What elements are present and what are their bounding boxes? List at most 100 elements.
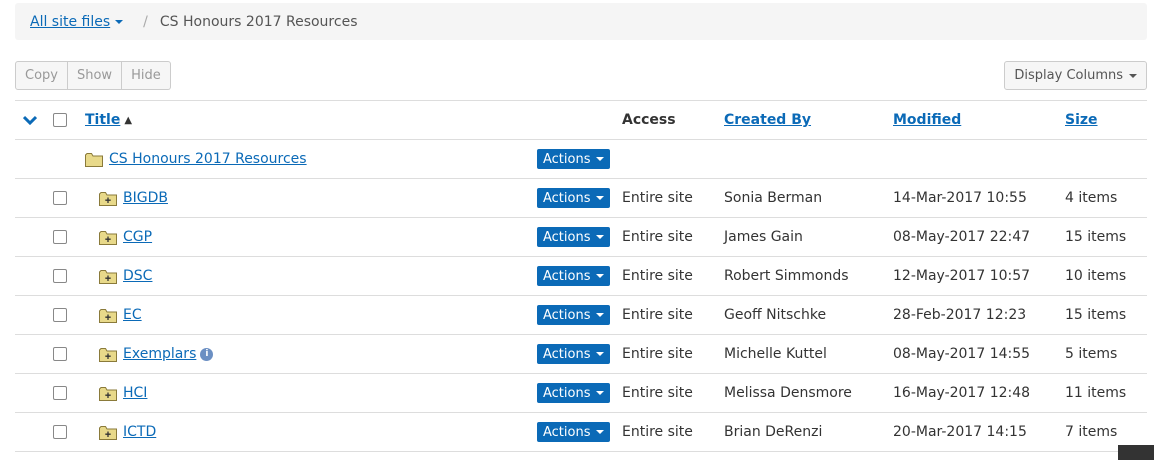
parent-folder-title: CS Honours 2017 Resources (85, 140, 307, 178)
actions-button[interactable]: Actions (537, 227, 610, 247)
modified-cell: 08-May-2017 22:47 (893, 229, 1031, 245)
table-row: BIGDB Actions Entire site Sonia Berman 1… (15, 179, 1147, 218)
modified-header[interactable]: Modified (893, 101, 961, 139)
access-cell: Entire site (622, 268, 693, 284)
created-by-cell: Robert Simmonds (724, 268, 849, 284)
chevron-down-icon (595, 157, 604, 161)
title-sort-link[interactable]: Title (85, 112, 120, 128)
row-checkbox[interactable] (53, 218, 67, 256)
table-row: DSC Actions Entire site Robert Simmonds … (15, 257, 1147, 296)
created-by-cell: Geoff Nitschke (724, 307, 827, 323)
folder-link[interactable]: CGP (123, 229, 152, 245)
show-button[interactable]: Show (67, 61, 123, 90)
chevron-down-icon (1129, 73, 1137, 78)
access-cell: Entire site (622, 385, 693, 401)
folder-plus-icon[interactable] (99, 347, 117, 362)
folder-title: DSC (99, 257, 152, 295)
modified-cell: 08-May-2017 14:55 (893, 346, 1031, 362)
folder-title: CGP (99, 218, 152, 256)
modified-cell: 14-Mar-2017 10:55 (893, 190, 1027, 206)
actions-cell: Actions (537, 179, 610, 217)
actions-cell: Actions (537, 257, 610, 295)
actions-cell: Actions (537, 218, 610, 256)
modified-sort-link[interactable]: Modified (893, 112, 961, 128)
modified-cell: 20-Mar-2017 14:15 (893, 424, 1027, 440)
title-header[interactable]: Title ▲ (85, 101, 132, 139)
chevron-down-icon (595, 352, 604, 356)
folder-plus-icon[interactable] (99, 386, 117, 401)
folder-link[interactable]: BIGDB (123, 190, 168, 206)
table-row: CGP Actions Entire site James Gain 08-Ma… (15, 218, 1147, 257)
size-cell: 10 items (1065, 268, 1127, 284)
created-by-cell: Sonia Berman (724, 190, 823, 206)
size-cell: 11 items (1065, 385, 1127, 401)
modified-cell: 28-Feb-2017 12:23 (893, 307, 1027, 323)
actions-button[interactable]: Actions (537, 266, 610, 286)
folder-title: BIGDB (99, 179, 168, 217)
table-row: HCI Actions Entire site Melissa Densmore… (15, 374, 1147, 413)
created-by-sort-link[interactable]: Created By (724, 112, 811, 128)
table-row: Exemplars i Actions Entire site Michelle… (15, 335, 1147, 374)
hide-button[interactable]: Hide (122, 61, 171, 90)
all-site-files-link[interactable]: All site files (30, 14, 110, 30)
actions-button[interactable]: Actions (537, 383, 610, 403)
row-checkbox[interactable] (53, 179, 67, 217)
folder-link[interactable]: HCI (123, 385, 147, 401)
folder-plus-icon[interactable] (99, 425, 117, 440)
access-cell: Entire site (622, 190, 693, 206)
access-cell: Entire site (622, 424, 693, 440)
actions-cell: Actions (537, 335, 610, 373)
created-by-cell: Michelle Kuttel (724, 346, 827, 362)
row-checkbox[interactable] (53, 413, 67, 451)
folder-title: Exemplars i (99, 335, 214, 373)
size-cell: 7 items (1065, 424, 1118, 440)
actions-button[interactable]: Actions (537, 344, 610, 364)
parent-folder-link[interactable]: CS Honours 2017 Resources (109, 151, 307, 167)
table-row: ICTD Actions Entire site Brian DeRenzi 2… (15, 413, 1147, 452)
actions-button[interactable]: Actions (537, 305, 610, 325)
chevron-down-icon (595, 313, 604, 317)
copy-button[interactable]: Copy (15, 61, 68, 90)
folder-plus-icon[interactable] (99, 230, 117, 245)
breadcrumb-current: CS Honours 2017 Resources (159, 13, 358, 30)
access-header: Access (622, 112, 676, 128)
folder-link[interactable]: ICTD (123, 424, 156, 440)
folder-plus-icon[interactable] (99, 269, 117, 284)
size-header[interactable]: Size (1065, 101, 1098, 139)
folder-link[interactable]: Exemplars (123, 346, 196, 362)
folder-plus-icon[interactable] (99, 191, 117, 206)
actions-button[interactable]: Actions (537, 422, 610, 442)
created-by-header[interactable]: Created By (724, 101, 811, 139)
files-table: Title ▲ Access Created By Modified Size … (15, 100, 1147, 452)
collapse-chevron-icon[interactable] (23, 101, 37, 139)
row-checkbox[interactable] (53, 296, 67, 334)
access-cell: Entire site (622, 346, 693, 362)
corner-toggle-widget[interactable] (1118, 445, 1154, 460)
breadcrumb-separator: / (143, 13, 148, 30)
modified-cell: 12-May-2017 10:57 (893, 268, 1031, 284)
select-all-checkbox[interactable] (53, 101, 67, 139)
sort-ascending-icon[interactable]: ▲ (124, 115, 132, 126)
row-checkbox[interactable] (53, 335, 67, 373)
size-cell: 15 items (1065, 307, 1127, 323)
folder-plus-icon[interactable] (99, 308, 117, 323)
row-checkbox[interactable] (53, 257, 67, 295)
size-sort-link[interactable]: Size (1065, 112, 1098, 128)
actions-button[interactable]: Actions (537, 188, 610, 208)
modified-cell: 16-May-2017 12:48 (893, 385, 1031, 401)
bulk-action-buttons: Copy Show Hide (15, 61, 171, 90)
folder-title: HCI (99, 374, 147, 412)
info-icon[interactable]: i (200, 347, 214, 361)
chevron-down-icon[interactable] (115, 19, 124, 24)
actions-cell: Actions (537, 413, 610, 451)
size-cell: 5 items (1065, 346, 1118, 362)
access-cell: Entire site (622, 229, 693, 245)
row-checkbox[interactable] (53, 374, 67, 412)
folder-link[interactable]: DSC (123, 268, 152, 284)
chevron-down-icon (595, 430, 604, 434)
parent-actions-cell: Actions (537, 140, 610, 178)
display-columns-button[interactable]: Display Columns (1004, 61, 1147, 90)
actions-button[interactable]: Actions (537, 149, 610, 169)
table-row: EC Actions Entire site Geoff Nitschke 28… (15, 296, 1147, 335)
folder-link[interactable]: EC (123, 307, 142, 323)
